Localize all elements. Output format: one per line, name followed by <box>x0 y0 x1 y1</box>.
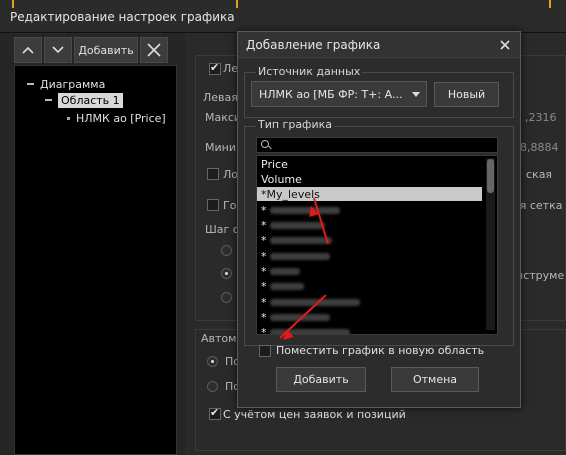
data-source-select[interactable]: НЛМК ао [МБ ФР: Т+: А... <box>251 81 427 107</box>
step-label: Шаг с <box>205 223 239 236</box>
list-item-label: * <box>261 279 267 293</box>
move-down-button[interactable] <box>44 37 72 63</box>
list-item-label: * <box>261 203 267 217</box>
list-item-label: * <box>261 295 267 309</box>
add-chart-button[interactable]: Добавить <box>276 367 366 392</box>
list-item-label: Price <box>261 157 288 171</box>
add-button[interactable]: Добавить <box>74 37 138 63</box>
log-scale-label: Ло <box>223 168 239 181</box>
orders-positions-checkbox[interactable] <box>209 406 221 420</box>
obscured-text <box>269 267 300 275</box>
grid-label: Го <box>223 199 237 212</box>
chart-type-list[interactable]: Price Volume *My_levels * * * * * * * * … <box>256 155 498 335</box>
left-axis-label: Левая <box>203 91 238 104</box>
auto-group-label: Автом <box>201 332 237 345</box>
chevron-down-icon <box>412 92 420 97</box>
list-item-label: *My_levels <box>261 187 320 201</box>
list-item-label: * <box>261 310 267 324</box>
obscured-text <box>269 236 332 244</box>
orange-marker <box>12 0 14 8</box>
bullet-icon <box>67 116 70 120</box>
delete-button[interactable] <box>140 37 168 63</box>
search-icon <box>261 140 269 148</box>
scrollbar-thumb[interactable] <box>487 159 494 193</box>
chevron-down-icon <box>52 46 64 54</box>
list-item[interactable]: * <box>261 264 300 278</box>
list-item[interactable]: * <box>261 279 304 293</box>
tree-item-label: Диаграмма <box>40 77 106 91</box>
chart-type-search-input[interactable] <box>256 137 498 153</box>
list-item-label: * <box>261 233 267 247</box>
list-item[interactable]: * <box>261 203 340 217</box>
auto-radio-2[interactable] <box>207 381 218 392</box>
move-up-button[interactable] <box>14 37 42 63</box>
instrument-label: нструме <box>516 269 565 282</box>
collapse-icon <box>45 99 52 101</box>
chevron-up-icon <box>22 46 34 54</box>
show-axis-checkbox[interactable] <box>209 61 221 75</box>
orders-positions-label: С учётом цен заявок и позиций <box>223 408 406 421</box>
list-item-selected[interactable]: *My_levels <box>257 187 482 201</box>
orange-marker <box>236 0 238 8</box>
collapse-icon <box>27 83 34 85</box>
dialog-close-button[interactable] <box>496 36 514 54</box>
orange-marker <box>549 0 551 8</box>
new-area-checkbox[interactable] <box>259 345 271 357</box>
list-item[interactable]: * <box>261 233 332 247</box>
step-radio-2[interactable] <box>221 268 232 279</box>
auto-radio-1[interactable] <box>207 356 218 367</box>
tree-item-label: НЛМК ао [Price] <box>76 111 166 125</box>
chart-tree: Диаграмма Область 1 НЛМК ао [Price] <box>14 65 177 455</box>
show-axis-label: Ле <box>223 62 239 75</box>
obscured-text <box>269 206 340 214</box>
max-label: Макси <box>205 111 242 124</box>
list-scrollbar[interactable] <box>486 158 495 330</box>
list-item-label: * <box>261 325 267 335</box>
add-chart-dialog: Добавление графика Источник данных НЛМК … <box>237 31 521 408</box>
step-radio-1[interactable] <box>221 245 232 256</box>
tree-toolbar: Добавить <box>14 37 168 65</box>
close-icon <box>147 43 161 57</box>
list-item-label: * <box>261 218 267 232</box>
list-item[interactable]: * <box>261 218 325 232</box>
new-area-label: Поместить график в новую область <box>276 344 485 357</box>
data-source-value: НЛМК ао [МБ ФР: Т+: А... <box>259 88 403 101</box>
list-item-label: Volume <box>261 172 302 186</box>
chart-type-label: Тип графика <box>256 118 334 131</box>
tree-item-area[interactable]: Область 1 <box>45 92 123 108</box>
log-scale-checkbox[interactable] <box>207 168 219 180</box>
list-item[interactable]: Price <box>261 157 288 171</box>
grid-checkbox[interactable] <box>207 199 219 211</box>
list-item[interactable]: * <box>261 325 350 335</box>
list-item[interactable]: * <box>261 249 330 263</box>
main-window-titlebar: Редактирование настроек графика <box>0 0 566 33</box>
tree-item-series[interactable]: НЛМК ао [Price] <box>67 110 166 126</box>
dialog-titlebar: Добавление графика <box>238 32 520 58</box>
dialog-title: Добавление графика <box>246 38 381 52</box>
min-value: 8,8884 <box>520 141 559 154</box>
tree-item-label: Область 1 <box>58 92 123 108</box>
obscured-text <box>269 221 325 229</box>
close-icon <box>500 40 510 50</box>
tree-panel: Добавить Диаграмма Область 1 НЛМК ао [Pr… <box>0 33 185 455</box>
list-item-label: * <box>261 264 267 278</box>
obscured-text <box>269 282 304 290</box>
main-window-title: Редактирование настроек графика <box>10 10 235 24</box>
max-value: ,2316 <box>525 111 557 124</box>
list-item-label: * <box>261 249 267 263</box>
obscured-text <box>269 252 330 260</box>
tree-item-diagram[interactable]: Диаграмма <box>27 76 105 92</box>
cancel-button[interactable]: Отмена <box>391 367 479 392</box>
min-label: Мини <box>205 141 236 154</box>
log-scale-label-right: ская <box>526 168 553 181</box>
new-source-button[interactable]: Новый <box>434 82 499 107</box>
data-source-label: Источник данных <box>256 65 363 78</box>
step-radio-3[interactable] <box>221 292 232 303</box>
list-item[interactable]: Volume <box>261 172 302 186</box>
